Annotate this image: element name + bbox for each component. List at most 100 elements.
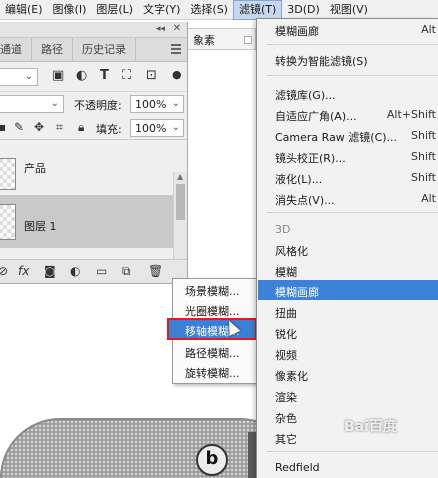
- menu-item-last-filter[interactable]: 模糊画廊: [275, 23, 319, 39]
- new-layer-icon[interactable]: ⧉: [122, 264, 131, 279]
- menu-separator: [267, 44, 438, 45]
- layers-scrollbar[interactable]: ▲ ▼: [173, 172, 187, 268]
- menu-item-path-blur[interactable]: 路径模糊...: [185, 345, 240, 361]
- panel-menu-icon[interactable]: [171, 44, 181, 56]
- menu-item-adaptive-wide[interactable]: 自适应广角(A)...: [275, 108, 357, 124]
- shortcut: Shift: [410, 129, 436, 142]
- chevron-down-icon: ⌄: [50, 98, 59, 109]
- chevron-down-icon: ⌄: [24, 71, 33, 82]
- lock-row: ▪ ✎ ✥ ⌗ 🔒︎ 填充: 100% ⌄: [0, 116, 187, 140]
- layer-thumbnail: [0, 158, 16, 190]
- tab-channels[interactable]: 通道: [0, 37, 32, 62]
- mask-icon[interactable]: ◙: [44, 264, 56, 278]
- adjustment-layer-icon[interactable]: ◐: [70, 264, 80, 278]
- menu-item-video[interactable]: 视频: [275, 347, 297, 363]
- layers-panel: ◂◂ ✕ 通道 路径 历史记录 ⌄ ▣ ◐ T ⛶ ⊡ ● ⌄ 不透明度: 10…: [0, 22, 188, 284]
- menu-item-other[interactable]: 其它: [275, 431, 297, 447]
- menu-separator: [267, 212, 438, 213]
- blur-gallery-submenu: 场景模糊... 光圈模糊... 移轴模糊... 路径模糊... 旋转模糊...: [167, 278, 264, 384]
- options-checkbox[interactable]: [244, 36, 252, 44]
- shape-filter-icon[interactable]: ⛶: [122, 68, 131, 83]
- menu-bar: 编辑(E) 图像(I) 图层(L) 文字(Y) 选择(S) 滤镜(T) 3D(D…: [0, 0, 438, 20]
- opacity-label: 不透明度:: [74, 99, 122, 112]
- panel-tabs: 通道 路径 历史记录: [0, 37, 187, 62]
- menu-item-camera-raw[interactable]: Camera Raw 滤镜(C)...: [275, 129, 397, 145]
- opacity-field[interactable]: 100% ⌄: [130, 95, 184, 113]
- menu-item-redfield[interactable]: Redfield: [275, 461, 320, 474]
- menu-layer[interactable]: 图层(L): [91, 0, 138, 20]
- menu-item-iris-blur[interactable]: 光圈模糊...: [185, 303, 240, 319]
- menu-item-distort[interactable]: 扭曲: [275, 305, 297, 321]
- filter-toggle-icon[interactable]: ●: [172, 68, 182, 81]
- layer-row[interactable]: 产品: [0, 154, 174, 196]
- filter-row: ⌄ ▣ ◐ T ⛶ ⊡ ●: [0, 62, 187, 92]
- adjustment-filter-icon[interactable]: ◐: [76, 68, 87, 83]
- tab-paths[interactable]: 路径: [32, 37, 73, 62]
- close-panel-icon[interactable]: ✕: [173, 23, 181, 34]
- menu-item-liquify[interactable]: 液化(L)...: [275, 171, 322, 187]
- menu-item-filter-gallery[interactable]: 滤镜库(G)...: [275, 87, 336, 103]
- layers-toolbar: ⊘ fx ◙ ◐ ▭ ⧉ 🗑︎: [0, 259, 187, 283]
- layer-name: 图层 1: [24, 220, 57, 233]
- shortcut: Shift: [410, 171, 436, 184]
- baidu-watermark: Bai百度: [344, 419, 397, 435]
- menu-item-smart-filter[interactable]: 转换为智能滤镜(S): [275, 53, 368, 69]
- panel-header: ◂◂ ✕: [0, 22, 187, 38]
- menu-view[interactable]: 视图(V): [325, 0, 373, 20]
- type-filter-icon[interactable]: T: [100, 68, 109, 83]
- shortcut: Alt: [421, 192, 436, 205]
- menu-item-vanishing-point[interactable]: 消失点(V)...: [275, 192, 335, 208]
- collapse-icon[interactable]: ◂◂: [156, 24, 165, 34]
- layer-name: 产品: [24, 162, 46, 175]
- fx-icon[interactable]: fx: [18, 264, 29, 278]
- kind-dropdown[interactable]: ⌄: [0, 68, 38, 86]
- chevron-down-icon: ⌄: [171, 122, 180, 133]
- menu-3d[interactable]: 3D(D): [282, 0, 325, 20]
- group-folder-icon[interactable]: ▭: [96, 264, 107, 278]
- opacity-value: 100%: [135, 98, 167, 111]
- shortcut: Shift: [410, 150, 436, 163]
- menu-select[interactable]: 选择(S): [185, 0, 233, 20]
- link-layers-icon[interactable]: ⊘: [0, 264, 8, 278]
- menu-separator: [267, 75, 438, 76]
- options-label: 象素: [193, 34, 215, 47]
- tab-history[interactable]: 历史记录: [73, 37, 136, 62]
- filter-menu: 模糊画廊 Alt 转换为智能滤镜(S) 滤镜库(G)... 自适应广角(A)..…: [256, 18, 438, 478]
- menu-filter[interactable]: 滤镜(T): [232, 0, 283, 20]
- menu-item-noise[interactable]: 杂色: [275, 410, 297, 426]
- fill-label: 填充:: [96, 123, 122, 136]
- scroll-up-icon[interactable]: ▲: [177, 172, 183, 181]
- menu-item-sharpen[interactable]: 锐化: [275, 326, 297, 342]
- scroll-thumb[interactable]: [176, 184, 185, 220]
- layer-row-selected[interactable]: 图层 1: [0, 196, 174, 248]
- menu-separator: [267, 451, 438, 452]
- beats-logo: b: [196, 444, 228, 476]
- blend-mode-dropdown[interactable]: ⌄: [0, 95, 64, 113]
- shortcut: Alt+Shift: [386, 108, 436, 121]
- smart-object-filter-icon[interactable]: ⊡: [146, 68, 157, 83]
- brush-icon[interactable]: ✎: [14, 120, 24, 134]
- layer-thumbnail: [0, 204, 16, 240]
- menu-edit[interactable]: 编辑(E): [0, 0, 48, 20]
- menu-image[interactable]: 图像(I): [48, 0, 92, 20]
- lock-pixels-icon[interactable]: ▪: [0, 120, 6, 134]
- image-filter-icon[interactable]: ▣: [52, 68, 64, 83]
- fill-field[interactable]: 100% ⌄: [130, 119, 184, 137]
- menu-type[interactable]: 文字(Y): [138, 0, 185, 20]
- menu-item-render[interactable]: 渲染: [275, 389, 297, 405]
- menu-item-field-blur[interactable]: 场景模糊...: [185, 283, 240, 299]
- chevron-down-icon: ⌄: [171, 98, 180, 109]
- blend-row: ⌄ 不透明度: 100% ⌄: [0, 92, 187, 116]
- fill-value: 100%: [135, 122, 167, 135]
- menu-item-spin-blur[interactable]: 旋转模糊...: [185, 365, 240, 381]
- menu-item-blur-gallery[interactable]: 模糊画廊: [275, 284, 319, 300]
- menu-item-blur[interactable]: 模糊: [275, 264, 297, 280]
- trash-icon[interactable]: 🗑︎: [148, 264, 163, 278]
- menu-item-pixelate[interactable]: 像素化: [275, 368, 308, 384]
- menu-item-lens-correction[interactable]: 镜头校正(R)...: [275, 150, 346, 166]
- lock-icon[interactable]: 🔒︎: [78, 120, 84, 135]
- shortcut: Alt: [421, 23, 436, 36]
- move-icon[interactable]: ✥: [34, 120, 44, 134]
- menu-item-stylize[interactable]: 风格化: [275, 243, 308, 259]
- artboard-icon[interactable]: ⌗: [56, 120, 63, 135]
